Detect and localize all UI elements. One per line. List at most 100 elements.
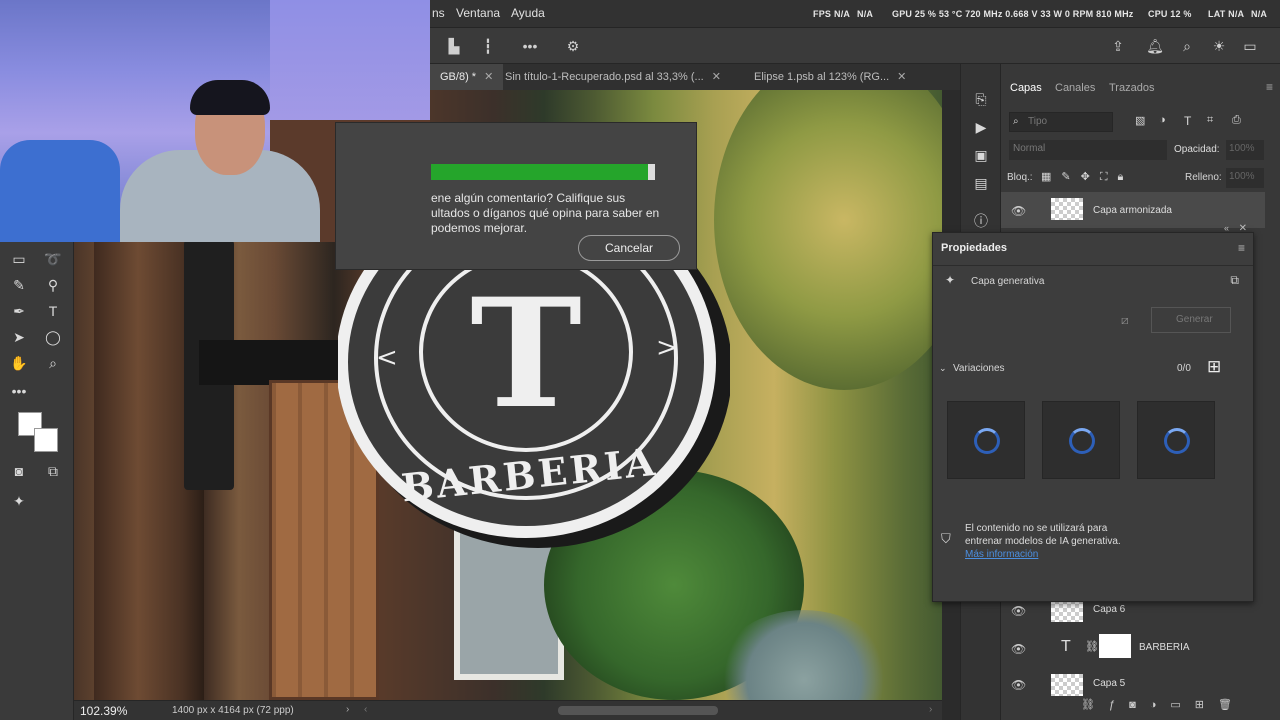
- generative-layer-icon: ✦: [945, 273, 956, 287]
- left-chevron: <: [376, 343, 398, 373]
- gear-icon[interactable]: ⚙: [563, 36, 583, 56]
- tab-elipse[interactable]: Elipse 1.psb al 123% (RG... ✕: [744, 64, 916, 90]
- more-info-link[interactable]: Más información: [965, 548, 1121, 561]
- tab-current-doc[interactable]: GB/8) * ✕: [430, 64, 504, 90]
- panel-menu-icon[interactable]: ≡: [1266, 80, 1273, 94]
- opacity-input[interactable]: 100%: [1226, 140, 1264, 160]
- tab-capas[interactable]: Capas: [1010, 82, 1042, 94]
- tools-panel: ▭ ➰ ✎ ⚲ ✒ T ➤ ◯ ✋ ⌕ ••• ◙ ⧉ ✦: [0, 242, 74, 720]
- filter-shape-icon[interactable]: ⌗: [1207, 114, 1213, 127]
- webcam-pillow: [0, 140, 120, 242]
- close-icon[interactable]: ✕: [712, 71, 721, 83]
- ellipse-tool-icon[interactable]: ◯: [42, 326, 64, 348]
- quick-mask-icon[interactable]: ◙: [8, 460, 30, 482]
- stamp-tool-icon[interactable]: ⚲: [42, 274, 64, 296]
- path-selection-icon[interactable]: ➤: [8, 326, 30, 348]
- layer-thumbnail: [1051, 198, 1083, 220]
- pen-tool-icon[interactable]: ✒: [8, 300, 30, 322]
- info-icon[interactable]: ⓘ: [970, 210, 992, 232]
- variations-count: 0/0: [1177, 363, 1191, 374]
- tab-trazados[interactable]: Trazados: [1109, 82, 1154, 94]
- screen-mode-icon[interactable]: ⧉: [42, 460, 64, 482]
- feedback-line-1: ene algún comentario? Califique sus: [431, 191, 626, 205]
- eye-icon[interactable]: 👁︎: [1011, 642, 1026, 656]
- properties-title: Propiedades: [941, 242, 1008, 254]
- blend-mode-select[interactable]: Normal: [1009, 140, 1167, 160]
- hand-tool-icon[interactable]: ✋: [8, 352, 30, 374]
- background-color-swatch[interactable]: [34, 428, 58, 452]
- history-icon[interactable]: ⎘: [970, 88, 992, 110]
- lock-label: Bloq.:: [1007, 172, 1033, 183]
- notifications-bell-icon[interactable]: 🔔︎: [1145, 36, 1165, 56]
- lasso-tool-icon[interactable]: ➰: [42, 248, 64, 270]
- comments-icon[interactable]: ▤: [970, 172, 992, 194]
- menu-ayuda[interactable]: Ayuda: [511, 6, 545, 20]
- eye-icon[interactable]: 👁︎: [1011, 604, 1026, 618]
- layer-footer-actions[interactable]: ⛓ƒ◙◑▭⊞🗑︎: [1081, 698, 1246, 711]
- document-size: 1400 px x 4164 px (72 ppp): [172, 705, 294, 716]
- cancel-button[interactable]: Cancelar: [578, 235, 680, 261]
- menu-window-partial[interactable]: ns: [432, 6, 445, 20]
- layer-name: BARBERIA: [1139, 642, 1190, 653]
- layer-thumbnail: [1051, 674, 1083, 696]
- image-icon[interactable]: ⧄: [1121, 313, 1129, 328]
- scroll-left-icon[interactable]: ‹: [364, 704, 367, 715]
- menu-ventana[interactable]: Ventana: [456, 6, 500, 20]
- type-tool-icon[interactable]: T: [42, 300, 64, 322]
- play-actions-icon[interactable]: ▶: [970, 116, 992, 138]
- panel-menu-icon[interactable]: ≡: [1238, 241, 1245, 255]
- filter-smart-icon[interactable]: ⎙: [1232, 114, 1241, 127]
- overlay-fps: N/A: [834, 9, 851, 19]
- layer-search-input[interactable]: Tipo: [1009, 112, 1113, 132]
- fill-input[interactable]: 100%: [1226, 168, 1264, 188]
- search-icon[interactable]: ⌕: [1177, 36, 1197, 56]
- generative-tool-icon[interactable]: ✦: [8, 490, 30, 512]
- filter-image-icon[interactable]: ▧: [1135, 114, 1145, 127]
- libraries-icon[interactable]: ▣: [970, 144, 992, 166]
- layer-row[interactable]: 👁︎ T ⛓ BARBERIA: [1001, 630, 1265, 666]
- lock-icons[interactable]: ▦✎✥⛶🔒︎: [1041, 170, 1133, 184]
- scroll-right-icon[interactable]: ›: [929, 704, 932, 715]
- zoom-tool-icon[interactable]: ⌕: [42, 352, 64, 374]
- variation-thumbnail[interactable]: [1137, 401, 1215, 479]
- overlay-fps-2: N/A: [857, 9, 874, 19]
- variation-thumbnail[interactable]: [1042, 401, 1120, 479]
- tab-sin-titulo[interactable]: Sin título-1-Recuperado.psd al 33,3% (..…: [495, 64, 731, 90]
- align-center-icon[interactable]: ┇: [478, 36, 498, 56]
- more-options-icon[interactable]: •••: [520, 36, 540, 56]
- zoom-level[interactable]: 102.39%: [80, 704, 127, 718]
- more-tools-icon[interactable]: •••: [8, 380, 30, 402]
- chevron-down-icon[interactable]: ⌄: [939, 363, 947, 374]
- eye-icon[interactable]: 👁︎: [1011, 204, 1026, 218]
- horizontal-scrollbar[interactable]: [558, 706, 718, 715]
- workspace-icon[interactable]: ▭: [1240, 36, 1260, 56]
- ai-notice: El contenido no se utilizará para entren…: [965, 522, 1121, 561]
- barberia-sign: < > T BARBERIA: [338, 230, 730, 548]
- layer-thumbnail: [1099, 634, 1131, 658]
- grid-view-icon[interactable]: ⊞: [1207, 357, 1221, 377]
- filter-adjust-icon[interactable]: ◑: [1159, 114, 1166, 126]
- close-icon[interactable]: ✕: [897, 71, 906, 83]
- variation-thumbnail[interactable]: [947, 401, 1025, 479]
- collapse-icon[interactable]: «: [1224, 223, 1229, 233]
- status-bar: 102.39% 1400 px x 4164 px (72 ppp) › ‹ ›: [74, 700, 942, 720]
- brush-tool-icon[interactable]: ✎: [8, 274, 30, 296]
- generate-button[interactable]: Generar: [1151, 307, 1231, 333]
- search-icon: ⌕: [1013, 116, 1019, 127]
- discover-lightbulb-icon[interactable]: ☀: [1209, 36, 1229, 56]
- marquee-tool-icon[interactable]: ▭: [8, 248, 30, 270]
- loading-spinner-icon: [1164, 428, 1190, 454]
- filter-type-icon[interactable]: T: [1184, 114, 1191, 128]
- chevron-right-icon[interactable]: ›: [346, 704, 349, 715]
- properties-action-icon[interactable]: ⧉: [1230, 273, 1239, 288]
- align-bottom-icon[interactable]: ▙: [444, 36, 464, 56]
- close-icon[interactable]: ✕: [484, 71, 493, 83]
- share-icon[interactable]: ⇪: [1108, 36, 1128, 56]
- close-icon[interactable]: ✕: [1239, 223, 1247, 234]
- eye-icon[interactable]: 👁︎: [1011, 678, 1026, 692]
- feedback-line-3: podemos mejorar.: [431, 221, 528, 235]
- tab-label: GB/8) *: [440, 71, 477, 83]
- tab-canales[interactable]: Canales: [1055, 82, 1095, 94]
- layer-name: Capa armonizada: [1093, 205, 1172, 216]
- tab-label: Elipse 1.psb al 123% (RG...: [754, 71, 890, 83]
